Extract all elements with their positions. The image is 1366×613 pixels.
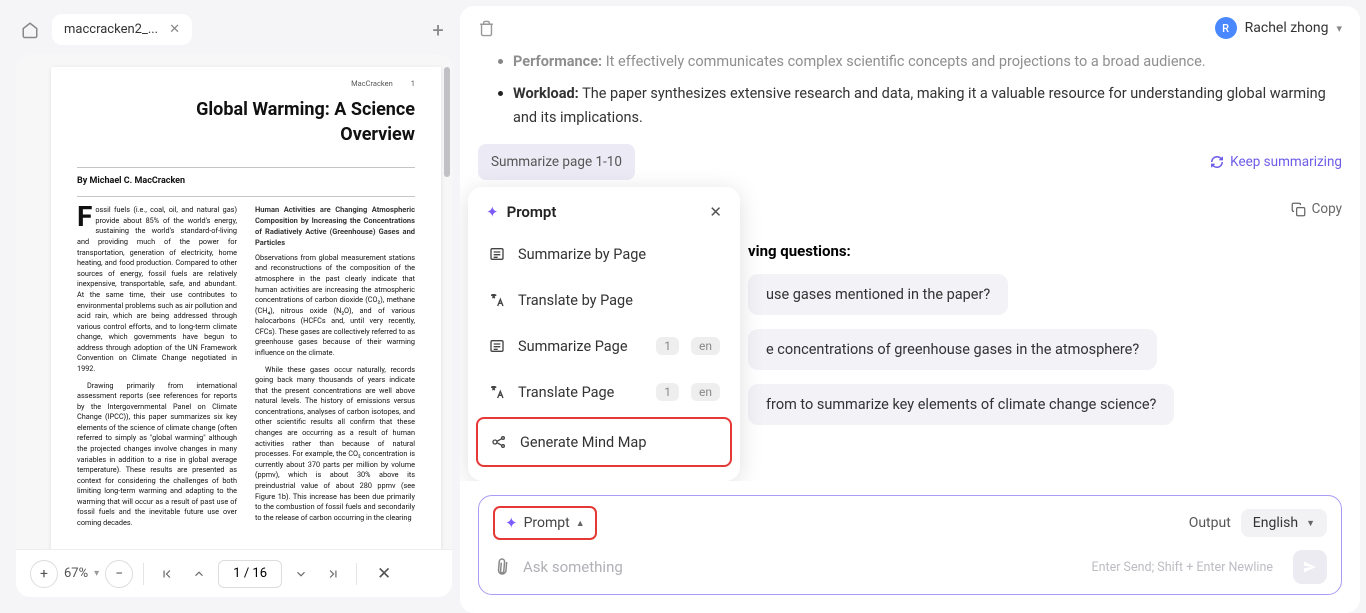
language-select[interactable]: English ▼ [1241, 509, 1327, 537]
tab-filename: maccracken2_... [64, 22, 158, 37]
add-tab-button[interactable]: + [424, 16, 452, 44]
pdf-divider2 [77, 196, 415, 197]
popover-item-label: Summarize Page [518, 338, 628, 355]
last-page-button[interactable] [320, 561, 346, 587]
chat-area: Performance: It effectively communicates… [460, 50, 1360, 481]
pdf-head-pagenum: 1 [411, 79, 415, 88]
avatar: R [1215, 17, 1237, 39]
input-zone: ✦ Prompt ▲ Output English ▼ Enter Send; … [478, 495, 1342, 595]
file-tab[interactable]: maccracken2_... ✕ [52, 14, 192, 45]
popover-close-button[interactable]: ✕ [709, 203, 722, 221]
attach-button[interactable] [489, 554, 514, 579]
prompt-trigger-button[interactable]: ✦ Prompt ▲ [493, 506, 597, 540]
chevron-up-icon: ▲ [576, 518, 585, 529]
pdf-col1-para1: Fossil fuels (i.e., coal, oil, and natur… [77, 205, 237, 374]
questions-title: ving questions: [748, 242, 1342, 260]
zoom-out-button[interactable]: − [105, 560, 133, 588]
translate-icon [488, 383, 506, 401]
lang-badge: en [691, 383, 720, 401]
keep-summarizing-button[interactable]: Keep summarizing [1210, 151, 1342, 173]
popover-item-label: Generate Mind Map [520, 434, 646, 451]
list-icon [488, 337, 506, 355]
pdf-toolbar: + 67% ▾ − ✕ [16, 549, 452, 597]
list-icon [488, 245, 506, 263]
question-pill[interactable]: use gases mentioned in the paper? [748, 274, 1008, 315]
popover-item-label: Translate Page [518, 384, 614, 401]
sparkle-icon: ✦ [486, 203, 499, 221]
popover-item-translate-page[interactable]: Translate Page 1 en [476, 369, 732, 415]
home-button[interactable] [16, 16, 44, 44]
chevron-down-icon: ▾ [1336, 22, 1342, 35]
trash-button[interactable] [478, 20, 495, 37]
language-value: English [1253, 515, 1298, 531]
user-menu[interactable]: R Rachel zhong ▾ [1215, 17, 1342, 39]
translate-icon [488, 291, 506, 309]
pdf-col2-heading: Human Activities are Changing Atmospheri… [255, 205, 415, 249]
pdf-col2-para1: Observations from global measurement sta… [255, 253, 415, 359]
user-name: Rachel zhong [1245, 20, 1329, 36]
page-badge: 1 [656, 337, 679, 355]
output-label: Output [1189, 515, 1231, 531]
pdf-head-author: MacCracken [351, 79, 393, 88]
question-pill[interactable]: from to summarize key elements of climat… [748, 384, 1174, 425]
pdf-scrollbar[interactable] [444, 67, 450, 177]
question-pill[interactable]: e concentrations of greenhouse gases in … [748, 329, 1157, 370]
pdf-divider [77, 167, 415, 168]
popover-title: Prompt [507, 203, 557, 221]
pdf-container: MacCracken 1 Global Warming: A Science O… [16, 55, 452, 597]
pdf-page: MacCracken 1 Global Warming: A Science O… [51, 67, 441, 549]
input-hint: Enter Send; Shift + Enter Newline [1092, 560, 1274, 575]
first-page-button[interactable] [154, 561, 180, 587]
ask-input[interactable] [523, 558, 1080, 576]
prompt-trigger-label: Prompt [524, 515, 570, 531]
zoom-dropdown-icon[interactable]: ▾ [94, 568, 99, 579]
zoom-in-button[interactable]: + [30, 560, 58, 588]
close-tab-icon[interactable]: ✕ [169, 22, 180, 37]
pdf-author: By Michael C. MacCracken [77, 176, 415, 186]
next-page-button[interactable] [288, 561, 314, 587]
chevron-down-icon: ▼ [1306, 518, 1315, 529]
bullet-text: The paper synthesizes extensive research… [513, 85, 1326, 126]
bullet-label: Performance: [513, 53, 602, 70]
lang-badge: en [691, 337, 720, 355]
pdf-subtitle: Overview [77, 124, 415, 145]
right-header: R Rachel zhong ▾ [460, 6, 1360, 50]
popover-item-label: Translate by Page [518, 292, 633, 309]
zoom-level: 67% [64, 566, 88, 581]
left-panel: maccracken2_... ✕ + MacCracken 1 Global … [0, 0, 460, 607]
prompt-popover: ✦ Prompt ✕ Summarize by Page Translate b… [468, 187, 740, 481]
sparkle-icon: ✦ [505, 514, 518, 532]
summarize-chip[interactable]: Summarize page 1-10 [478, 144, 635, 180]
send-button[interactable] [1293, 550, 1327, 584]
prev-page-button[interactable] [186, 561, 212, 587]
popover-item-translate-by-page[interactable]: Translate by Page [476, 277, 732, 323]
popover-item-mindmap[interactable]: Generate Mind Map [476, 417, 732, 467]
pdf-col2-para2: While these gases occur naturally, recor… [255, 365, 415, 524]
copy-label: Copy [1312, 198, 1342, 220]
toolbar-close-button[interactable]: ✕ [371, 561, 397, 587]
bullet-label: Workload: [513, 85, 579, 102]
mindmap-icon [490, 433, 508, 451]
bullet-text: It effectively communicates complex scie… [602, 53, 1205, 70]
keep-summarizing-label: Keep summarizing [1230, 151, 1342, 173]
pdf-col1-para2: Drawing primarily from international ass… [77, 381, 237, 529]
popover-item-summarize-by-page[interactable]: Summarize by Page [476, 231, 732, 277]
page-badge: 1 [656, 383, 679, 401]
pdf-title: Global Warming: A Science [77, 98, 415, 122]
right-panel: R Rachel zhong ▾ Performance: It effecti… [460, 6, 1360, 613]
tab-bar: maccracken2_... ✕ + [16, 10, 452, 55]
popover-item-label: Summarize by Page [518, 246, 646, 263]
popover-item-summarize-page[interactable]: Summarize Page 1 en [476, 323, 732, 369]
page-input[interactable] [218, 560, 282, 588]
pdf-view[interactable]: MacCracken 1 Global Warming: A Science O… [16, 55, 452, 549]
